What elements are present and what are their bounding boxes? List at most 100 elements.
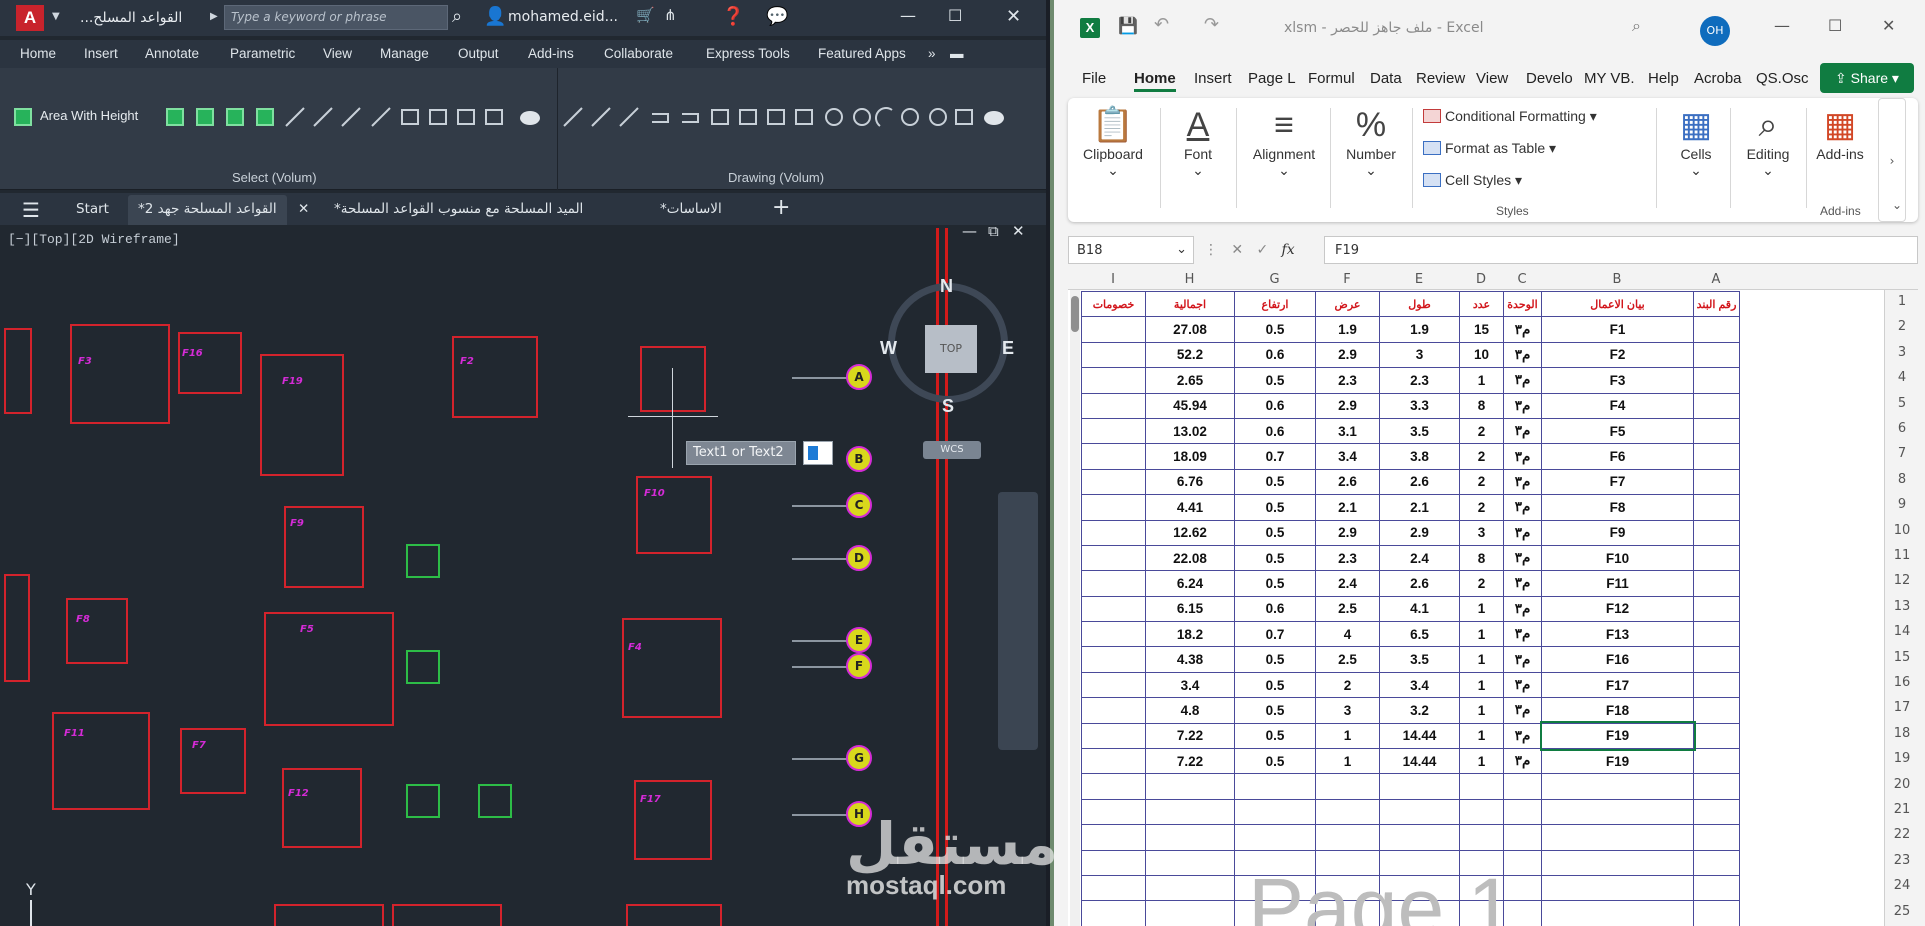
cell[interactable]: F4: [1541, 392, 1694, 419]
cell[interactable]: م٣: [1503, 722, 1542, 750]
cell[interactable]: 4.8: [1145, 697, 1235, 724]
cell[interactable]: [1503, 824, 1542, 851]
tab-my-vba[interactable]: MY VB.: [1584, 70, 1635, 87]
cell[interactable]: 0.5: [1234, 544, 1316, 572]
cell[interactable]: 1: [1315, 722, 1380, 750]
header-cell[interactable]: ارتفاع: [1234, 290, 1316, 318]
maximize-icon[interactable]: ☐: [1828, 16, 1842, 35]
close-icon[interactable]: ✕: [1006, 6, 1021, 27]
cell[interactable]: [1081, 468, 1146, 496]
cell[interactable]: 10: [1459, 341, 1504, 369]
cells-button[interactable]: ▦ Cells ⌄: [1666, 104, 1726, 179]
header-cell[interactable]: عدد: [1459, 290, 1504, 318]
cell[interactable]: 0.5: [1234, 468, 1316, 496]
cell[interactable]: 7.22: [1145, 722, 1235, 750]
compass-south[interactable]: S: [942, 396, 954, 417]
tab-view[interactable]: View: [1476, 70, 1508, 87]
cell[interactable]: 2.3: [1315, 544, 1380, 572]
footing[interactable]: F12: [282, 768, 362, 848]
cell[interactable]: 8: [1459, 392, 1504, 419]
cell[interactable]: 22.08: [1145, 544, 1235, 572]
vertical-scrollbar[interactable]: [1070, 290, 1080, 926]
compass-east[interactable]: E: [1002, 338, 1014, 359]
cell-styles-button[interactable]: Cell Styles ▾: [1423, 172, 1522, 189]
cell[interactable]: F16: [1541, 646, 1694, 673]
viewport-close-icon[interactable]: ✕: [1012, 222, 1025, 240]
column-header[interactable]: I: [1081, 272, 1145, 287]
cell[interactable]: [1693, 900, 1740, 926]
cell[interactable]: [1541, 824, 1694, 851]
cell[interactable]: [1693, 671, 1740, 699]
cell[interactable]: 18.2: [1145, 621, 1235, 648]
tab-add-ins[interactable]: Add-ins: [528, 46, 574, 61]
row-header[interactable]: 3: [1886, 345, 1918, 360]
cell[interactable]: F7: [1541, 468, 1694, 496]
select-tool-1-icon[interactable]: [166, 108, 184, 126]
row-header[interactable]: 1: [1886, 294, 1918, 309]
cell[interactable]: [1081, 748, 1146, 775]
cell[interactable]: [1081, 570, 1146, 597]
cell[interactable]: 1: [1459, 748, 1504, 775]
cell[interactable]: [1503, 773, 1542, 800]
footing[interactable]: F7: [180, 728, 246, 794]
cell[interactable]: 2.9: [1379, 519, 1460, 546]
cell[interactable]: 3: [1379, 341, 1460, 369]
cell[interactable]: 3.4: [1379, 671, 1460, 699]
row-header[interactable]: 24: [1886, 878, 1918, 893]
cell[interactable]: 4.1: [1379, 595, 1460, 623]
cell[interactable]: [1081, 367, 1146, 394]
ribbon-toggle-icon[interactable]: ▬: [950, 46, 964, 61]
cell[interactable]: 45.94: [1145, 392, 1235, 419]
cell[interactable]: 0.5: [1234, 722, 1316, 750]
row-header[interactable]: 17: [1886, 700, 1918, 715]
select-line-tools-icon[interactable]: [282, 104, 542, 130]
cell[interactable]: 6.5: [1379, 621, 1460, 648]
row-header[interactable]: 21: [1886, 802, 1918, 817]
number-button[interactable]: % Number ⌄: [1336, 104, 1406, 179]
cell[interactable]: [1541, 849, 1694, 876]
cell[interactable]: م٣: [1503, 748, 1542, 775]
cell[interactable]: م٣: [1503, 494, 1542, 521]
cell[interactable]: [1145, 798, 1235, 826]
cell[interactable]: [1081, 697, 1146, 724]
footing[interactable]: [4, 328, 32, 414]
cell[interactable]: 0.5: [1234, 519, 1316, 546]
share-button[interactable]: ⇪ Share ▾: [1820, 63, 1914, 93]
row-header[interactable]: 16: [1886, 675, 1918, 690]
cell[interactable]: 0.6: [1234, 341, 1316, 369]
cell[interactable]: [1693, 316, 1740, 343]
cell[interactable]: [1693, 544, 1740, 572]
cell[interactable]: 3.5: [1379, 646, 1460, 673]
cell[interactable]: م٣: [1503, 570, 1542, 597]
tab-formulas[interactable]: Formul: [1308, 70, 1355, 87]
cell[interactable]: م٣: [1503, 544, 1542, 572]
avatar[interactable]: OH: [1700, 16, 1730, 46]
alignment-button[interactable]: ≡ Alignment ⌄: [1244, 104, 1324, 179]
cell[interactable]: [1081, 316, 1146, 343]
cell[interactable]: [1693, 570, 1740, 597]
cell[interactable]: 2.3: [1315, 367, 1380, 394]
header-cell[interactable]: بيان الاعمال: [1541, 290, 1694, 318]
tab-home[interactable]: Home: [1134, 70, 1176, 92]
header-cell[interactable]: رقم البند: [1693, 290, 1740, 318]
drawing-tools-icon[interactable]: [560, 104, 1010, 130]
footing[interactable]: F16: [178, 332, 242, 394]
tab-review[interactable]: Review: [1416, 70, 1465, 87]
cell[interactable]: [1081, 646, 1146, 673]
cell[interactable]: م٣: [1503, 646, 1542, 673]
cell[interactable]: F3: [1541, 367, 1694, 394]
footing[interactable]: [626, 904, 722, 926]
cell[interactable]: 1.9: [1379, 316, 1460, 343]
chevron-down-icon[interactable]: ⌄: [1176, 242, 1187, 257]
search-input[interactable]: Type a keyword or phrase: [224, 5, 448, 30]
cart-icon[interactable]: 🛒: [636, 6, 655, 24]
cell[interactable]: 0.5: [1234, 697, 1316, 724]
cell[interactable]: [1693, 595, 1740, 623]
cell[interactable]: [1541, 798, 1694, 826]
cell[interactable]: [1693, 798, 1740, 826]
tab-developer[interactable]: Develo: [1526, 70, 1573, 87]
row-header[interactable]: 20: [1886, 777, 1918, 792]
row-header[interactable]: 19: [1886, 751, 1918, 766]
cell[interactable]: 6.76: [1145, 468, 1235, 496]
column-header[interactable]: E: [1379, 272, 1459, 287]
